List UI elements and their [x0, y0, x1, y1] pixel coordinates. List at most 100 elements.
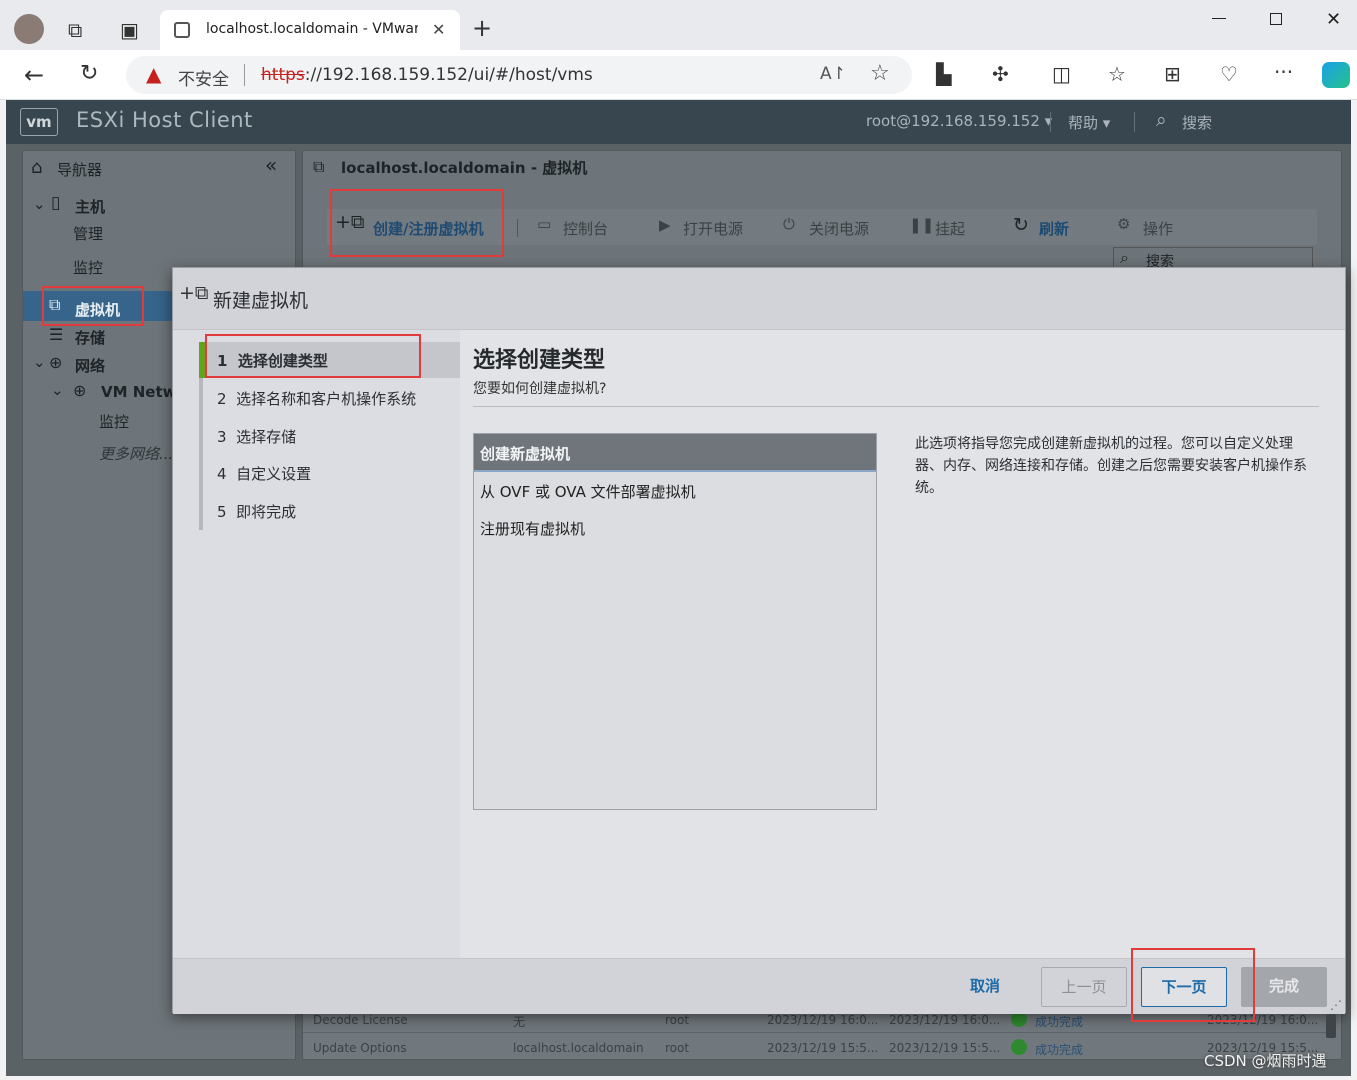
- host-icon: ▯: [51, 193, 61, 213]
- vm-search-icon: ⌕: [1120, 248, 1129, 267]
- refresh-icon: ↻: [1013, 214, 1029, 236]
- task-queued: 2023/12/19 16:0...: [767, 1013, 879, 1027]
- security-label: 不安全: [178, 70, 229, 90]
- new-vm-icon: +⧉: [179, 282, 209, 304]
- option-register-existing[interactable]: 注册现有虚拟机: [474, 509, 876, 547]
- tab-close-icon[interactable]: ✕: [432, 20, 445, 39]
- nav-network[interactable]: 网络: [75, 355, 105, 376]
- url-rest: ://192.168.159.152/ui/#/host/vms: [304, 65, 593, 85]
- power-on-icon: ▶: [659, 216, 671, 234]
- split-screen-icon[interactable]: ◫: [1052, 64, 1071, 84]
- url-text: https://192.168.159.152/ui/#/host/vms: [261, 65, 593, 85]
- favorite-star-icon[interactable]: ☆: [870, 61, 890, 86]
- storage-icon: ☰: [49, 325, 64, 344]
- actions-gear-icon: ⚙: [1117, 215, 1131, 233]
- maximize-icon[interactable]: [1270, 13, 1282, 25]
- content-heading: 选择创建类型: [473, 348, 606, 373]
- network-expand-icon[interactable]: ⌄: [33, 353, 46, 371]
- vm-network-icon: ⊕: [73, 381, 87, 400]
- breadcrumb-vm-icon: ⧉: [313, 157, 325, 176]
- host-expand-icon[interactable]: ⌄: [33, 195, 46, 213]
- highlight-nav-vms: [42, 286, 144, 326]
- back-button[interactable]: 上一页: [1041, 967, 1127, 1007]
- collections-icon[interactable]: ⊞: [1164, 64, 1181, 84]
- browser-tab-bar: ⧉ ▣ localhost.localdomain - VMware ✕ + ✕: [0, 0, 1357, 50]
- task-name: Update Options: [313, 1041, 407, 1055]
- wizard-content: 选择创建类型 您要如何创建虚拟机? 创建新虚拟机 从 OVF 或 OVA 文件部…: [173, 330, 1345, 958]
- task-name: Decode License: [313, 1013, 408, 1027]
- nav-host[interactable]: 主机: [75, 196, 105, 217]
- task-started: 2023/12/19 15:5...: [889, 1041, 1001, 1055]
- task-started: 2023/12/19 16:0...: [889, 1013, 1001, 1027]
- collapse-navigator-icon[interactable]: «: [265, 153, 277, 177]
- new-tab-icon[interactable]: +: [472, 16, 492, 40]
- nav-manage[interactable]: 管理: [73, 223, 103, 244]
- suspend-button[interactable]: 挂起: [935, 218, 965, 239]
- power-off-button[interactable]: 关闭电源: [809, 218, 869, 239]
- address-divider: [244, 64, 245, 86]
- close-window-icon[interactable]: ✕: [1326, 9, 1341, 30]
- table-row[interactable]: Update Options localhost.localdomain roo…: [303, 1037, 1333, 1059]
- read-aloud-icon[interactable]: A↾: [820, 64, 846, 84]
- cancel-button[interactable]: 取消: [951, 967, 1019, 1007]
- tab-title: localhost.localdomain - VMware: [206, 21, 418, 37]
- nav-storage[interactable]: 存储: [75, 327, 105, 348]
- task-result: 成功完成: [1035, 1015, 1084, 1029]
- nav-network-monitor[interactable]: 监控: [99, 411, 129, 432]
- task-result: 成功完成: [1035, 1043, 1084, 1057]
- help-menu[interactable]: 帮助 ▾: [1068, 112, 1110, 133]
- scrollbar[interactable]: [1326, 1014, 1336, 1038]
- favorites-icon[interactable]: ☆: [1108, 64, 1126, 84]
- resize-grip-icon[interactable]: ⋰: [1330, 998, 1342, 1012]
- task-target: localhost.localdomain: [513, 1041, 644, 1055]
- user-menu[interactable]: root@192.168.159.152 ▾: [866, 112, 1052, 130]
- task-initiator: root: [665, 1041, 690, 1055]
- home-icon: ⌂: [31, 157, 43, 178]
- power-on-button[interactable]: 打开电源: [683, 218, 743, 239]
- task-target: 无: [513, 1015, 526, 1029]
- header-divider-2: [1134, 112, 1135, 132]
- copilot-icon[interactable]: [1322, 62, 1350, 88]
- health-icon[interactable]: ♡: [1220, 64, 1238, 84]
- power-off-icon: ⏻: [783, 215, 795, 233]
- workspaces-icon[interactable]: ⧉: [68, 20, 82, 40]
- network-icon: ⊕: [49, 353, 63, 372]
- toolbar-divider: [517, 219, 518, 237]
- vertical-tabs-icon[interactable]: ▣: [120, 20, 139, 40]
- address-input[interactable]: ▲ 不安全 https://192.168.159.152/ui/#/host/…: [126, 56, 912, 94]
- back-icon[interactable]: ←: [24, 63, 44, 87]
- csdn-watermark: CSDN @烟雨时遇: [1204, 1052, 1327, 1070]
- breadcrumb: localhost.localdomain - 虚拟机: [341, 159, 588, 177]
- vm-network-expand-icon[interactable]: ⌄: [51, 381, 64, 399]
- new-vm-dialog: +⧉ 新建虚拟机 1 选择创建类型 2 选择名称和客户机操作系统 3 选择存储 …: [172, 267, 1346, 1014]
- search-icon[interactable]: ⌕: [1156, 109, 1167, 131]
- actions-button[interactable]: 操作: [1143, 218, 1173, 239]
- header-search[interactable]: 搜索: [1182, 112, 1212, 133]
- reload-icon[interactable]: ↻: [80, 63, 98, 85]
- nav-more-networks[interactable]: 更多网络...: [99, 443, 173, 464]
- navigator-title: 导航器: [57, 161, 103, 179]
- suspend-icon: ❚❚: [909, 216, 935, 234]
- app-title: ESXi Host Client: [76, 108, 253, 132]
- highlight-create-button: [330, 189, 504, 257]
- extension-game-icon[interactable]: ▙: [936, 64, 951, 84]
- content-subheading: 您要如何创建虚拟机?: [473, 381, 607, 397]
- console-button[interactable]: 控制台: [563, 218, 608, 239]
- extensions-icon[interactable]: ✣: [992, 64, 1009, 84]
- option-create-new-vm[interactable]: 创建新虚拟机: [474, 434, 876, 472]
- console-icon: ▭: [537, 215, 552, 233]
- tab-favicon-icon: [174, 22, 190, 38]
- content-divider: [473, 406, 1319, 407]
- nav-monitor[interactable]: 监控: [73, 257, 103, 278]
- dialog-header: +⧉ 新建虚拟机: [173, 268, 1345, 330]
- refresh-button[interactable]: 刷新: [1039, 218, 1069, 239]
- more-menu-icon[interactable]: ···: [1274, 62, 1293, 82]
- minimize-icon[interactable]: [1212, 18, 1226, 19]
- task-queued: 2023/12/19 15:5...: [767, 1041, 879, 1055]
- profile-avatar[interactable]: [14, 14, 44, 44]
- dialog-title: 新建虚拟机: [213, 290, 309, 312]
- active-tab[interactable]: localhost.localdomain - VMware ✕: [160, 10, 460, 50]
- option-deploy-ovf[interactable]: 从 OVF 或 OVA 文件部署虚拟机: [474, 472, 876, 510]
- success-check-icon: [1011, 1039, 1027, 1055]
- highlight-next-button: [1131, 948, 1255, 1022]
